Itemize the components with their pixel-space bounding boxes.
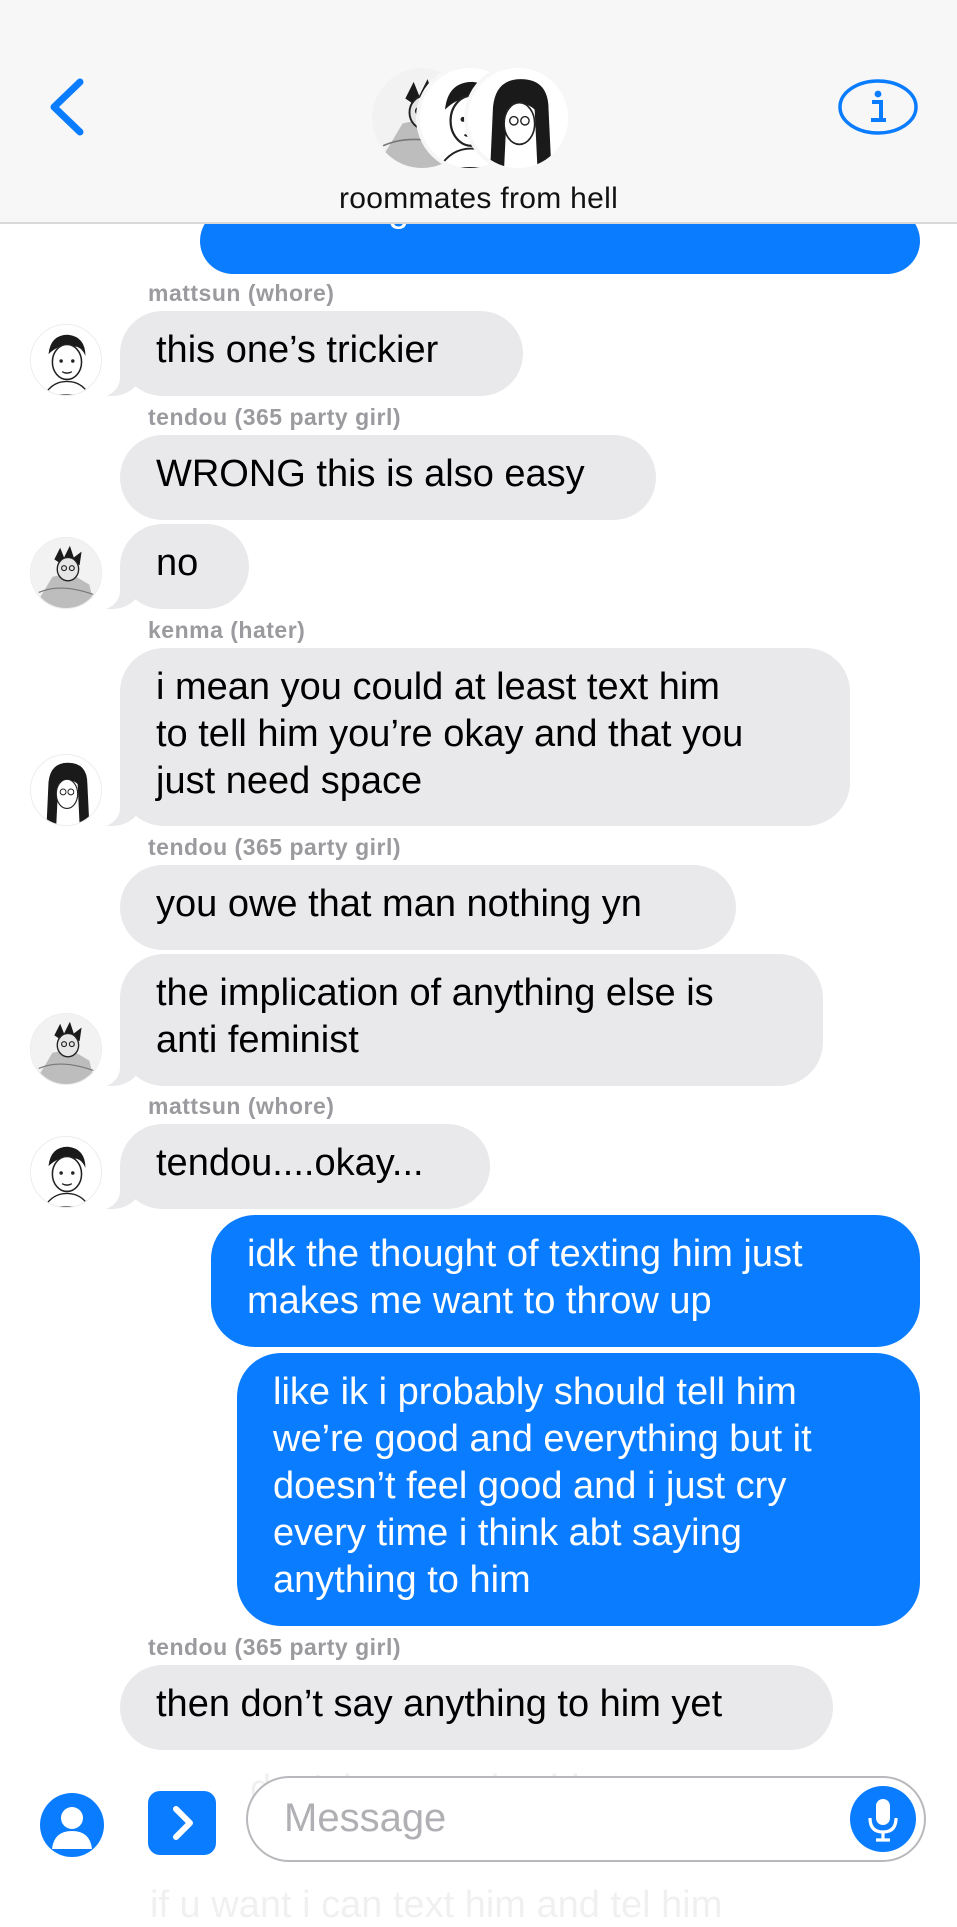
message-input[interactable]: Message <box>246 1776 926 1862</box>
message-bubble-incoming[interactable]: tendou....okay... <box>86 1124 490 1211</box>
message-text: then don’t say anything to him yet <box>156 1683 723 1725</box>
conversation-header: roommates from hell <box>0 0 957 224</box>
message-text: no <box>156 542 199 584</box>
message-line: anti feminist <box>156 1019 359 1061</box>
message-line: anything to him <box>273 1559 531 1601</box>
message-text: tendou....okay... <box>156 1142 424 1184</box>
chevron-right-icon <box>173 1806 193 1840</box>
avatar-kenma <box>464 64 572 172</box>
sender-name: tendou (365 party girl) <box>148 404 402 430</box>
message-bubble-incoming[interactable]: this one’s trickier <box>86 311 523 398</box>
back-button[interactable] <box>44 76 88 138</box>
message-line: like ik i probably should tell him <box>273 1371 797 1413</box>
avatar-kenma[interactable] <box>30 754 102 826</box>
dictation-button[interactable] <box>850 1786 916 1852</box>
message-bubble-incoming[interactable]: no <box>86 524 249 611</box>
conversation-title[interactable]: roommates from hell <box>0 182 957 216</box>
message-line: we’re good and everything but it <box>273 1418 812 1460</box>
message-bubble-outgoing[interactable]: like ik i probably should tell him we’re… <box>237 1353 920 1626</box>
group-avatar-stack[interactable] <box>368 64 572 172</box>
message-line: i mean you could at least text him <box>156 666 720 708</box>
avatar-tendou[interactable] <box>30 1013 102 1085</box>
message-thread[interactable]: not talking to bokuto mattsun (whore) th… <box>0 0 957 1920</box>
message-text: if u want i can text him and tel him <box>150 1884 723 1926</box>
message-line: every time i think abt saying <box>273 1512 742 1554</box>
message-bubble-outgoing[interactable]: idk the thought of texting him just make… <box>211 1215 920 1347</box>
sender-name: mattsun (whore) <box>148 280 335 306</box>
info-button[interactable] <box>837 78 919 136</box>
message-line: doesn’t feel good and i just cry <box>273 1465 787 1507</box>
message-line: makes me want to throw up <box>247 1280 712 1322</box>
message-line: the implication of anything else is <box>156 972 714 1014</box>
message-line: just need space <box>156 760 423 802</box>
contact-button[interactable] <box>40 1793 104 1857</box>
message-line: to tell him you’re okay and that you <box>156 713 744 755</box>
message-bubble-incoming[interactable]: you owe that man nothing yn <box>120 865 736 950</box>
message-line: idk the thought of texting him just <box>247 1233 803 1275</box>
chevron-left-icon <box>50 78 84 136</box>
sender-name: tendou (365 party girl) <box>148 834 402 860</box>
info-icon <box>838 79 918 135</box>
message-placeholder: Message <box>284 1796 447 1840</box>
microphone-icon <box>868 1799 898 1842</box>
message-text: you owe that man nothing yn <box>156 883 642 925</box>
message-text: WRONG this is also easy <box>156 453 585 495</box>
message-bubble-incoming[interactable]: the implication of anything else is anti… <box>86 954 823 1088</box>
message-bubble-incoming[interactable]: WRONG this is also easy <box>120 435 656 520</box>
sender-name: tendou (365 party girl) <box>148 1634 402 1660</box>
message-bubble-incoming[interactable]: i mean you could at least text him to te… <box>86 648 850 828</box>
avatar-tendou[interactable] <box>30 537 102 609</box>
avatar-mattsun[interactable] <box>30 1136 102 1208</box>
message-text: this one’s trickier <box>156 329 439 371</box>
sender-name: mattsun (whore) <box>148 1093 335 1119</box>
person-icon <box>52 1807 92 1849</box>
sender-name: kenma (hater) <box>148 617 306 643</box>
avatar-mattsun[interactable] <box>30 324 102 396</box>
apps-button[interactable] <box>148 1791 216 1855</box>
message-bubble-incoming[interactable]: then don’t say anything to him yet <box>120 1665 833 1750</box>
